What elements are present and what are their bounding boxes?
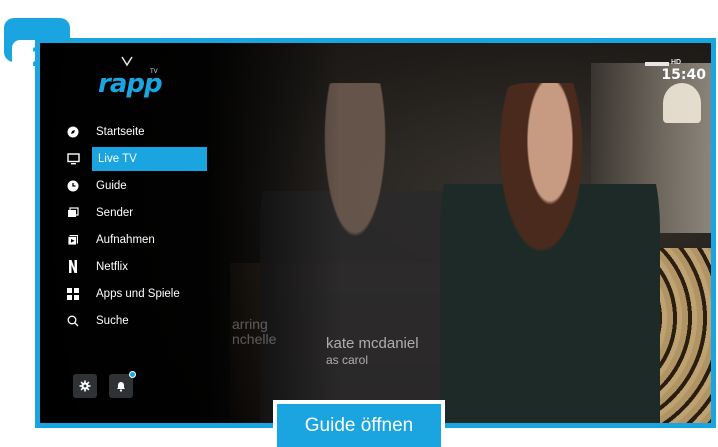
clock: 15:40 — [661, 67, 706, 83]
compass-icon — [60, 118, 86, 145]
notifications-button[interactable] — [109, 371, 136, 398]
bell-icon — [117, 382, 125, 392]
channels-icon — [60, 199, 86, 226]
bottom-buttons — [73, 371, 136, 398]
search-icon — [60, 307, 86, 334]
recordings-icon — [60, 226, 86, 253]
hd-badge: HD — [645, 59, 685, 67]
notification-dot — [129, 371, 136, 378]
menu-item-startseite[interactable]: Startseite — [64, 118, 224, 145]
main-menu: Startseite Live TV Guide Sender Aufnahme… — [64, 118, 224, 334]
credit-left: arring nchelle — [232, 316, 277, 347]
apps-grid-icon — [60, 280, 86, 307]
caption-guide-oeffnen: Guide öffnen — [273, 400, 445, 447]
settings-button[interactable] — [73, 374, 97, 398]
rapp-tv-logo: rapp TV — [98, 55, 168, 99]
menu-item-sender[interactable]: Sender — [64, 199, 224, 226]
tv-screen: arring nchelle kate mcdaniel as carol ra… — [35, 38, 716, 428]
clock-icon — [60, 172, 86, 199]
menu-item-netflix[interactable]: Netflix — [64, 253, 224, 280]
credit-name: kate mcdaniel — [326, 335, 419, 352]
gear-icon — [79, 380, 91, 392]
credit-role: as carol — [326, 353, 369, 367]
menu-item-suche[interactable]: Suche — [64, 307, 224, 334]
menu-item-guide[interactable]: Guide — [64, 172, 224, 199]
netflix-icon — [60, 253, 86, 280]
menu-item-apps-und-spiele[interactable]: Apps und Spiele — [64, 280, 224, 307]
menu-item-live-tv[interactable]: Live TV — [64, 145, 224, 172]
menu-item-aufnahmen[interactable]: Aufnahmen — [64, 226, 224, 253]
monitor-icon — [60, 145, 86, 172]
